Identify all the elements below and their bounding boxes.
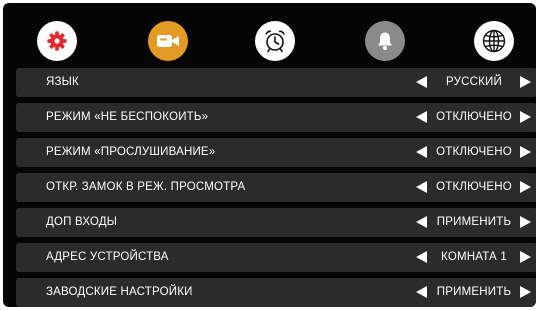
setting-selector: РУССКИЙ — [414, 68, 534, 97]
arrow-right-icon[interactable] — [520, 251, 531, 263]
gear-icon — [47, 31, 67, 51]
arrow-left-icon[interactable] — [416, 146, 427, 158]
arrow-right-icon[interactable] — [520, 216, 531, 228]
setting-label: ДОП ВХОДЫ — [46, 216, 118, 228]
setting-row-language[interactable]: ЯЗЫК РУССКИЙ — [16, 68, 536, 97]
globe-icon — [482, 29, 506, 53]
arrow-left-icon[interactable] — [416, 251, 427, 263]
setting-row-device-address[interactable]: АДРЕС УСТРОЙСТВА КОМНАТА 1 — [16, 243, 536, 272]
arrow-right-icon[interactable] — [520, 181, 531, 193]
category-tabs — [3, 3, 536, 67]
arrow-right-icon[interactable] — [520, 76, 531, 88]
arrow-right-icon[interactable] — [520, 111, 531, 123]
arrow-right-icon[interactable] — [520, 146, 531, 158]
alarm-clock-icon — [265, 30, 285, 53]
setting-label: АДРЕС УСТРОЙСТВА — [46, 251, 169, 263]
setting-row-do-not-disturb[interactable]: РЕЖИМ «НЕ БЕСПОКОИТЬ» ОТКЛЮЧЕНО — [16, 103, 536, 132]
setting-label: ОТКР. ЗАМОК В РЕЖ. ПРОСМОТРА — [46, 181, 246, 193]
tab-language[interactable] — [474, 21, 514, 61]
setting-value: КОМНАТА 1 — [441, 251, 507, 263]
arrow-left-icon[interactable] — [416, 216, 427, 228]
setting-label: ЗАВОДСКИЕ НАСТРОЙКИ — [46, 286, 193, 298]
tab-notifications[interactable] — [365, 21, 405, 61]
setting-row-listening-mode[interactable]: РЕЖИМ «ПРОСЛУШИВАНИЕ» ОТКЛЮЧЕНО — [16, 138, 536, 167]
settings-screen: ЯЗЫК РУССКИЙ РЕЖИМ «НЕ БЕСПОКОИТЬ» ОТКЛЮ… — [3, 3, 536, 307]
camera-icon — [157, 35, 179, 47]
setting-label: РЕЖИМ «ПРОСЛУШИВАНИЕ» — [46, 146, 216, 158]
arrow-left-icon[interactable] — [416, 76, 427, 88]
setting-value: ПРИМЕНИТЬ — [436, 286, 512, 298]
setting-selector: ОТКЛЮЧЕНО — [414, 138, 534, 167]
setting-selector: ОТКЛЮЧЕНО — [414, 103, 534, 132]
arrow-left-icon[interactable] — [416, 111, 427, 123]
setting-label: ЯЗЫК — [46, 76, 79, 88]
setting-label: РЕЖИМ «НЕ БЕСПОКОИТЬ» — [46, 111, 209, 123]
bell-icon — [378, 32, 392, 50]
setting-value: РУССКИЙ — [446, 76, 502, 88]
tab-settings[interactable] — [37, 21, 77, 61]
setting-selector: КОМНАТА 1 — [414, 243, 534, 272]
setting-row-unlock-in-view[interactable]: ОТКР. ЗАМОК В РЕЖ. ПРОСМОТРА ОТКЛЮЧЕНО — [16, 173, 536, 202]
setting-selector: ОТКЛЮЧЕНО — [414, 173, 534, 202]
setting-value: ПРИМЕНИТЬ — [436, 216, 512, 228]
setting-selector: ПРИМЕНИТЬ — [414, 278, 534, 307]
setting-row-factory-reset[interactable]: ЗАВОДСКИЕ НАСТРОЙКИ ПРИМЕНИТЬ — [16, 278, 536, 307]
arrow-left-icon[interactable] — [416, 181, 427, 193]
arrow-left-icon[interactable] — [416, 286, 427, 298]
setting-value: ОТКЛЮЧЕНО — [436, 181, 512, 193]
setting-value: ОТКЛЮЧЕНО — [436, 146, 512, 158]
setting-row-extra-inputs[interactable]: ДОП ВХОДЫ ПРИМЕНИТЬ — [16, 208, 536, 237]
tab-alarm[interactable] — [255, 21, 295, 61]
setting-value: ОТКЛЮЧЕНО — [436, 111, 512, 123]
arrow-right-icon[interactable] — [520, 286, 531, 298]
setting-selector: ПРИМЕНИТЬ — [414, 208, 534, 237]
tab-camera[interactable] — [148, 21, 188, 61]
